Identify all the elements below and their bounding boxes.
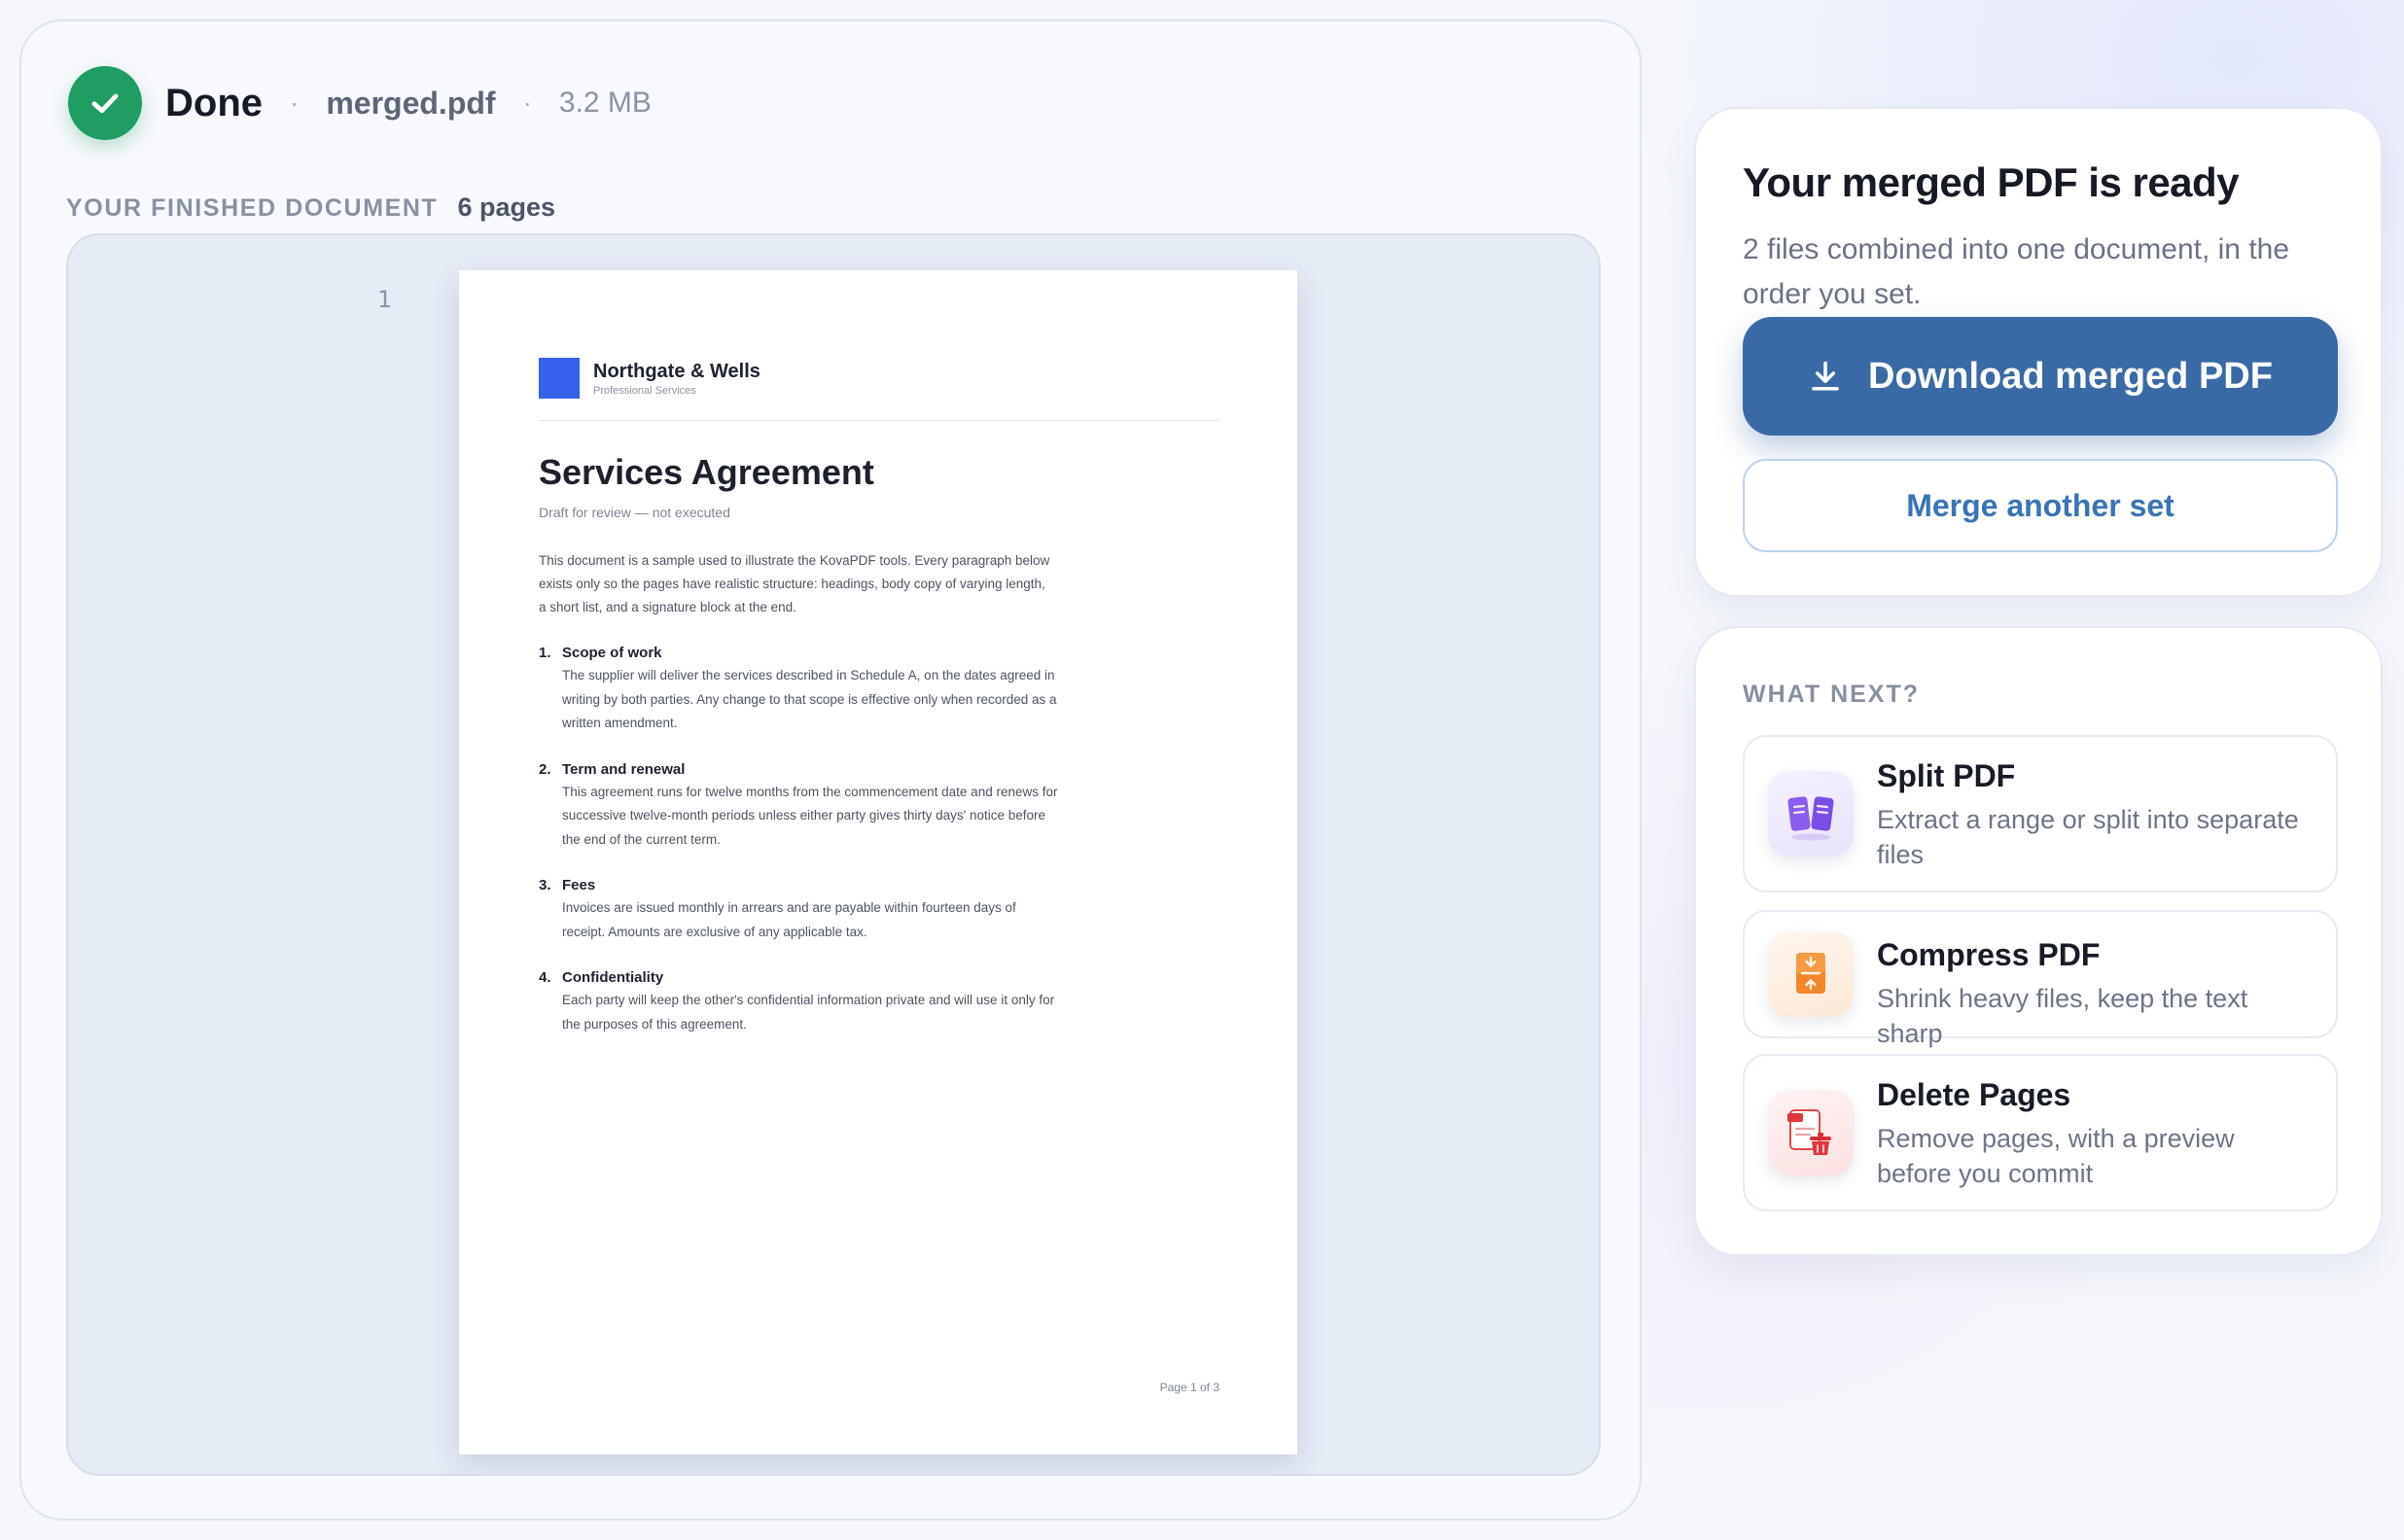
clause: 4. Confidentiality Each party will keep t… (539, 967, 1220, 1036)
separator-dot: · (522, 88, 532, 118)
tool-name: Compress PDF (1877, 937, 2101, 972)
clause-body: The supplier will deliver the services d… (562, 668, 1057, 730)
clause: 2. Term and renewal This agreement runs f… (539, 759, 1220, 853)
draft-note: Draft for review — not executed (539, 505, 730, 520)
clause-title: Confidentiality (562, 969, 664, 986)
clause-heading: 2. Term and renewal (539, 759, 1220, 781)
document-preview[interactable]: 1 Northgate & Wells Professional Service… (66, 233, 1601, 1476)
split-pdf-icon (1768, 771, 1854, 857)
clause-number: 4. (539, 969, 551, 986)
page-count: 6 pages (457, 192, 555, 222)
clause: 1. Scope of work The supplier will delive… (539, 643, 1220, 736)
file-size: 3.2 MB (558, 87, 652, 119)
tool-text: Delete Pages Remove pages, with a previe… (1877, 1077, 2315, 1191)
merge-another-button[interactable]: Merge another set (1743, 459, 2338, 552)
clause-title: Term and renewal (562, 760, 686, 778)
tool-text: Split PDF Extract a range or split into … (1877, 758, 2315, 872)
tool-split-pdf[interactable]: Split PDF Extract a range or split into … (1743, 735, 2338, 892)
intro-paragraph: This document is a sample used to illust… (539, 553, 1050, 614)
document-caption-label: YOUR FINISHED DOCUMENT (66, 194, 439, 222)
download-button-label: Download merged PDF (1868, 355, 2273, 397)
clause-number: 2. (539, 760, 551, 778)
page-content: Northgate & Wells Professional Services … (539, 358, 1220, 1036)
tool-name: Delete Pages (1877, 1077, 2071, 1112)
download-button[interactable]: Download merged PDF (1743, 317, 2338, 436)
check-icon (68, 66, 142, 140)
tool-compress-pdf[interactable]: Compress PDF Shrink heavy files, keep th… (1743, 910, 2338, 1048)
page-brand: Northgate & Wells Professional Services (539, 358, 1220, 399)
brand-name: Northgate & Wells (593, 360, 760, 382)
separator-dot: · (290, 88, 300, 118)
status-row: Done · merged.pdf · 3.2 MB (68, 64, 652, 142)
document-title: Services Agreement (539, 452, 874, 492)
brand-subtitle: Professional Services (593, 384, 696, 397)
tool-description: Remove pages, with a preview before you … (1877, 1124, 2235, 1188)
clause-title: Scope of work (562, 645, 662, 661)
delete-pages-icon (1768, 1090, 1854, 1175)
clause-body: Each party will keep the other's confide… (562, 993, 1055, 1032)
tool-description: Extract a range or split into separate f… (1877, 805, 2299, 869)
clause-number: 3. (539, 877, 551, 893)
result-panel: Done · merged.pdf · 3.2 MB YOUR FINISHED… (19, 19, 1642, 1521)
clause-heading: 3. Fees (539, 875, 1220, 896)
tool-description: Shrink heavy files, keep the text sharp (1877, 984, 2248, 1048)
what-next-card: WHAT NEXT? Split PDF Extract a range or … (1694, 626, 2383, 1256)
ready-title: Your merged PDF is ready (1743, 159, 2240, 205)
brand-logo (539, 358, 580, 399)
page-footer: Page 1 of 3 (1159, 1381, 1220, 1394)
tool-text: Compress PDF Shrink heavy files, keep th… (1877, 937, 2315, 1051)
clause-number: 1. (539, 645, 551, 661)
ready-subtitle: 2 files combined into one document, in t… (1743, 233, 2290, 310)
clause-heading: 4. Confidentiality (539, 967, 1220, 989)
tool-delete-pages[interactable]: Delete Pages Remove pages, with a previe… (1743, 1054, 2338, 1211)
compress-pdf-icon (1768, 931, 1854, 1017)
document-caption: YOUR FINISHED DOCUMENT 6 pages (66, 192, 555, 223)
page-number: 1 (377, 286, 392, 313)
tool-name: Split PDF (1877, 758, 2016, 793)
clause-body: This agreement runs for twelve months fr… (562, 784, 1058, 847)
ready-card: Your merged PDF is ready 2 files combine… (1694, 107, 2383, 597)
divider (539, 420, 1220, 421)
clause-title: Fees (562, 877, 596, 893)
status-label: Done (165, 81, 263, 124)
download-icon (1812, 361, 1839, 391)
clause-heading: 1. Scope of work (539, 643, 1220, 664)
brand-text: Northgate & Wells Professional Services (593, 361, 760, 397)
page-thumbnail: Northgate & Wells Professional Services … (459, 270, 1297, 1454)
file-name: merged.pdf (326, 85, 496, 121)
clause: 3. Fees Invoices are issued monthly in ar… (539, 875, 1220, 944)
what-next-heading: WHAT NEXT? (1743, 681, 1921, 708)
clause-body: Invoices are issued monthly in arrears a… (562, 900, 1016, 939)
